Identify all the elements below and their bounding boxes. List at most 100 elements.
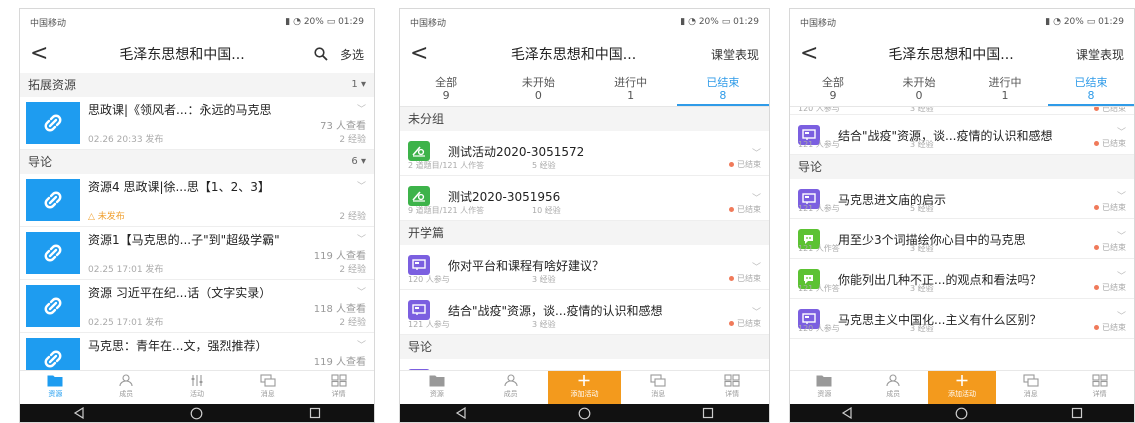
class-performance-button[interactable]: 课堂表现 [1076, 46, 1124, 63]
nav-resources[interactable]: 资源 [400, 371, 474, 404]
activity-experience: 5 经验 [910, 204, 934, 213]
nav-messages[interactable]: 消息 [621, 371, 695, 404]
resource-item[interactable]: 资源4 思政课|徐...思【1、2、3】 ﹀ △ 未发布 2 经验 [20, 174, 374, 227]
nav-details[interactable]: 详情 [303, 371, 374, 404]
back-button[interactable]: < [30, 43, 56, 65]
nav-resources[interactable]: 资源 [20, 371, 91, 404]
status-tabs: 全部 9 未开始 0 进行中 1 已结束 8 [400, 73, 769, 107]
nav-resources[interactable]: 资源 [790, 371, 859, 404]
nav-members[interactable]: 成员 [91, 371, 162, 404]
tab-in-progress[interactable]: 进行中 1 [585, 73, 677, 106]
chevron-down-icon[interactable]: ﹀ [752, 146, 761, 159]
tab-finished[interactable]: 已结束 8 [676, 73, 769, 106]
system-recents-icon[interactable] [702, 407, 714, 419]
chevron-down-icon[interactable]: ﹀ [1117, 309, 1126, 322]
activity-title: 马克思主义中国化...主义有什么区别？ [838, 313, 1042, 327]
carrier-label: 中国移动 [30, 18, 67, 29]
activity-type-icon [408, 255, 430, 275]
activity-item-partial[interactable]: 120 人参与 3 经验 已结束 [790, 107, 1134, 115]
plus-icon [578, 375, 590, 386]
system-recents-icon[interactable] [1071, 407, 1083, 419]
chevron-down-icon[interactable]: ﹀ [357, 285, 366, 298]
resource-item[interactable]: 马克思：青年在...文，强烈推荐）﹀119 人查看02.25 17:01 发布2… [20, 333, 374, 370]
resource-body: 资源4 思政课|徐...思【1、2、3】 ﹀ △ 未发布 2 经验 [88, 178, 368, 222]
activity-experience: 3 经验 [910, 284, 934, 293]
activity-item[interactable]: 马克思进文庙的启示﹀ [400, 359, 769, 370]
nav-add-activity[interactable]: 添加活动 [547, 371, 622, 404]
status-badge: 已结束 [1094, 282, 1126, 293]
chevron-down-icon[interactable]: ﹀ [1117, 189, 1126, 202]
section-count: 1 ▾ [351, 73, 366, 97]
resource-date: 02.25 17:01 发布 [88, 318, 164, 328]
resource-views: 73 人查看 [320, 121, 366, 132]
status-label: 已结束 [1102, 243, 1126, 252]
multi-select-button[interactable]: 多选 [340, 46, 364, 63]
status-bar: 中国移动 ▮ ◔ 20% ▭ 01:29 [20, 9, 374, 35]
activity-item[interactable]: 你能列出几种不正...的观点和看法吗？ ﹀ 121 人作答 3 经验 已结束 [790, 259, 1134, 299]
resource-thumbnail [26, 179, 80, 221]
search-icon[interactable] [314, 47, 328, 61]
activity-experience: 3 经验 [910, 140, 934, 149]
section-header[interactable]: 导论 6 ▾ [20, 150, 374, 174]
activity-item[interactable]: 测试2020-3051956 ﹀ 9 道题目/121 人作答 10 经验 已结束 [400, 176, 769, 221]
system-home-icon[interactable] [578, 407, 591, 420]
activity-item[interactable]: 马克思主义中国化...主义有什么区别？ ﹀ 120 人参与 3 经验 已结束 [790, 299, 1134, 339]
system-back-icon[interactable] [73, 407, 85, 419]
back-button[interactable]: < [800, 43, 826, 65]
system-back-icon[interactable] [455, 407, 467, 419]
activity-item[interactable]: 结合"战疫"资源，谈...疫情的认识和感想 ﹀ 121 人参与 3 经验 已结束 [400, 290, 769, 335]
nav-details[interactable]: 详情 [695, 371, 769, 404]
activity-participants: 121 人作答 [798, 284, 840, 293]
section-header[interactable]: 拓展资源 1 ▾ [20, 73, 374, 97]
nav-members[interactable]: 成员 [859, 371, 928, 404]
resource-item[interactable]: 思政课|《领风者...：永远的马克思 ﹀ 73 人查看 02.26 20:33 发布 2… [20, 97, 374, 150]
resource-experience: 2 经验 [339, 212, 366, 222]
resource-item[interactable]: 资源1【马克思的...子"到"超级学霸" ﹀ 119 人查看 02.25 17:01 … [20, 227, 374, 280]
tab-not-started[interactable]: 未开始 0 [492, 73, 584, 106]
resource-list: 拓展资源 1 ▾ 思政课|《领风者...：永远的马克思 ﹀ 73 人查看 02.26 20… [20, 73, 374, 370]
tab-in-progress[interactable]: 进行中 1 [962, 73, 1048, 106]
chevron-down-icon[interactable]: ﹀ [357, 179, 366, 192]
system-recents-icon[interactable] [309, 407, 321, 419]
chevron-down-icon[interactable]: ﹀ [357, 102, 366, 115]
section-header: 导论 [400, 335, 769, 359]
system-home-icon[interactable] [190, 407, 203, 420]
chevron-down-icon[interactable]: ﹀ [752, 305, 761, 318]
resource-item[interactable]: 资源 习近平在纪...话（文字实录） ﹀ 118 人查看 02.25 17:01 发布… [20, 280, 374, 333]
chevron-down-icon[interactable]: ﹀ [1117, 125, 1126, 138]
chevron-down-icon[interactable]: ﹀ [357, 232, 366, 245]
tab-finished[interactable]: 已结束 8 [1048, 73, 1134, 106]
class-performance-button[interactable]: 课堂表现 [711, 46, 759, 63]
screen-activities: 中国移动 ▮ ◔ 20% ▭ 01:29 < 毛泽东思想和中国... 课堂表现 … [399, 8, 770, 423]
system-home-icon[interactable] [955, 407, 968, 420]
system-back-icon[interactable] [841, 407, 853, 419]
nav-label: 详情 [1092, 390, 1107, 398]
nav-members[interactable]: 成员 [474, 371, 548, 404]
nav-details[interactable]: 详情 [1065, 371, 1134, 404]
chevron-down-icon[interactable]: ﹀ [752, 260, 761, 273]
chevron-down-icon[interactable]: ﹀ [752, 191, 761, 204]
activity-item[interactable]: 结合"战疫"资源，谈...疫情的认识和感想 ﹀ 121 人参与 3 经验 已结束 [790, 115, 1134, 155]
nav-messages[interactable]: 消息 [232, 371, 303, 404]
resource-experience: 2 经验 [339, 265, 366, 275]
chevron-down-icon[interactable]: ﹀ [1117, 269, 1126, 282]
activity-item[interactable]: 测试活动2020-3051572 ﹀ 2 道题目/121 人作答 5 经验 已结束 [400, 131, 769, 176]
nav-add-activity[interactable]: 添加活动 [927, 371, 997, 404]
tab-all[interactable]: 全部 9 [400, 73, 492, 106]
nav-messages[interactable]: 消息 [996, 371, 1065, 404]
status-dot [729, 162, 734, 167]
details-icon [724, 374, 740, 387]
nav-label: 资源 [48, 390, 63, 398]
chevron-down-icon[interactable]: ﹀ [357, 338, 366, 351]
activity-item[interactable]: 你对平台和课程有啥好建议？ ﹀ 120 人参与 3 经验 已结束 [400, 245, 769, 290]
section-title: 导论 [28, 155, 53, 169]
carrier-label: 中国移动 [410, 18, 447, 29]
tab-all[interactable]: 全部 9 [790, 73, 876, 106]
activity-item[interactable]: 马克思进文庙的启示 ﹀ 121 人参与 5 经验 已结束 [790, 179, 1134, 219]
chevron-down-icon[interactable]: ﹀ [1117, 229, 1126, 242]
back-button[interactable]: < [410, 43, 436, 65]
nav-activities[interactable]: 活动 [162, 371, 233, 404]
tab-not-started[interactable]: 未开始 0 [876, 73, 962, 106]
details-icon [331, 374, 347, 387]
activity-item[interactable]: 用至少3个词描绘你心目中的马克思 ﹀ 121 人作答 3 经验 已结束 [790, 219, 1134, 259]
